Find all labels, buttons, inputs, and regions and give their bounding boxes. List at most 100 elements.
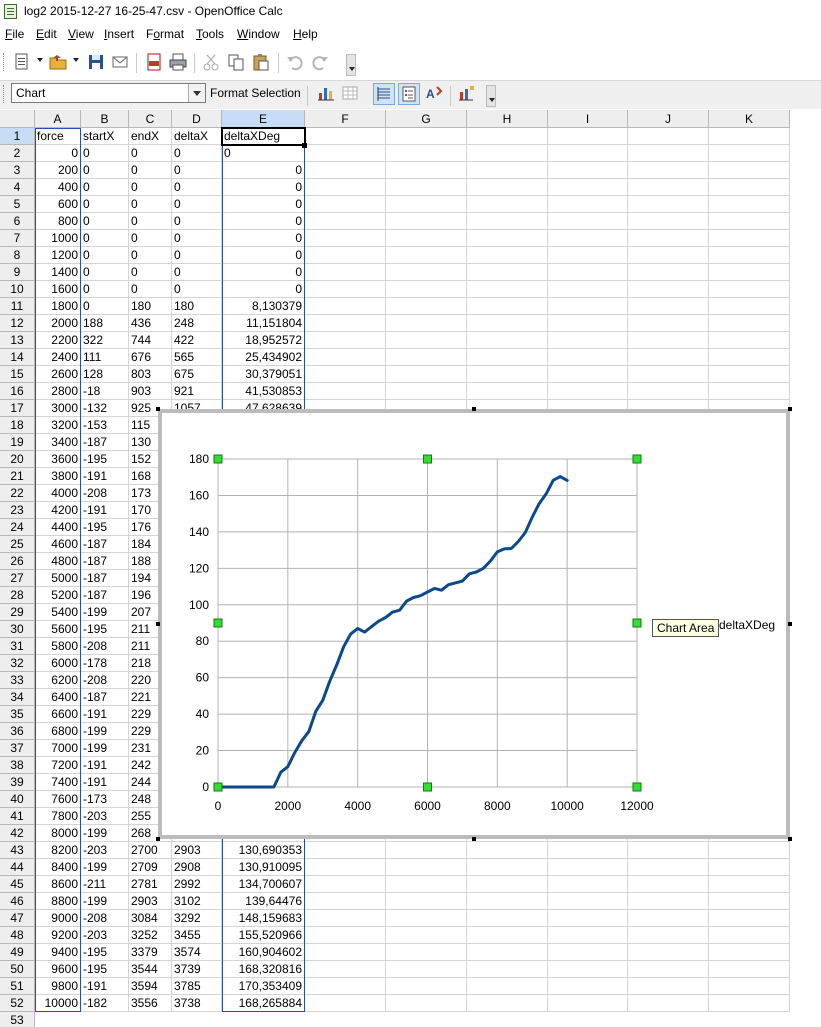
row-header[interactable]: 42: [0, 825, 35, 842]
empty-cell[interactable]: [709, 179, 790, 196]
empty-cell[interactable]: [467, 332, 548, 349]
empty-cell[interactable]: [386, 961, 467, 978]
copy-icon[interactable]: [226, 52, 246, 72]
empty-cell[interactable]: [628, 910, 709, 927]
row-header[interactable]: 23: [0, 502, 35, 519]
column-header-a[interactable]: A: [35, 110, 81, 128]
empty-cell[interactable]: [709, 247, 790, 264]
empty-cell[interactable]: [548, 893, 628, 910]
empty-cell[interactable]: [386, 944, 467, 961]
table-cell[interactable]: 1400: [35, 264, 81, 281]
row-header[interactable]: 41: [0, 808, 35, 825]
empty-cell[interactable]: [709, 859, 790, 876]
table-cell[interactable]: 9600: [35, 961, 81, 978]
empty-cell[interactable]: [386, 927, 467, 944]
table-cell[interactable]: 3739: [172, 961, 222, 978]
cut-icon[interactable]: [201, 52, 221, 72]
empty-cell[interactable]: [548, 128, 628, 145]
empty-cell[interactable]: [386, 349, 467, 366]
empty-cell[interactable]: [467, 298, 548, 315]
row-header[interactable]: 2: [0, 145, 35, 162]
empty-cell[interactable]: [305, 213, 386, 230]
empty-cell[interactable]: [467, 196, 548, 213]
table-cell[interactable]: -173: [81, 791, 129, 808]
table-cell[interactable]: 322: [81, 332, 129, 349]
table-cell[interactable]: 744: [129, 332, 172, 349]
empty-cell[interactable]: [467, 927, 548, 944]
empty-cell[interactable]: [548, 247, 628, 264]
table-cell[interactable]: 9400: [35, 944, 81, 961]
table-cell[interactable]: -191: [81, 774, 129, 791]
empty-cell[interactable]: [386, 383, 467, 400]
table-cell[interactable]: 0: [222, 179, 305, 196]
empty-cell[interactable]: [628, 893, 709, 910]
empty-cell[interactable]: [548, 281, 628, 298]
empty-cell[interactable]: [628, 145, 709, 162]
table-cell[interactable]: -187: [81, 689, 129, 706]
table-cell[interactable]: -191: [81, 978, 129, 995]
table-cell[interactable]: 400: [35, 179, 81, 196]
table-cell[interactable]: 180: [129, 298, 172, 315]
empty-cell[interactable]: [386, 995, 467, 1012]
empty-cell[interactable]: [467, 162, 548, 179]
selection-handle[interactable]: [788, 837, 792, 841]
row-header[interactable]: 37: [0, 740, 35, 757]
table-cell[interactable]: -187: [81, 587, 129, 604]
row-header[interactable]: 13: [0, 332, 35, 349]
table-cell[interactable]: 6200: [35, 672, 81, 689]
empty-cell[interactable]: [628, 383, 709, 400]
table-cell[interactable]: 800: [35, 213, 81, 230]
paste-icon[interactable]: [251, 52, 271, 72]
empty-cell[interactable]: [628, 927, 709, 944]
empty-cell[interactable]: [386, 332, 467, 349]
export-pdf-icon[interactable]: [144, 52, 164, 72]
table-cell[interactable]: -182: [81, 995, 129, 1012]
empty-cell[interactable]: [709, 910, 790, 927]
empty-cell[interactable]: [386, 876, 467, 893]
table-cell[interactable]: 4200: [35, 502, 81, 519]
selection-handle[interactable]: [788, 407, 792, 411]
table-cell[interactable]: 3102: [172, 893, 222, 910]
selection-handle[interactable]: [156, 407, 160, 411]
empty-cell[interactable]: [548, 213, 628, 230]
row-header[interactable]: 49: [0, 944, 35, 961]
table-cell[interactable]: -191: [81, 706, 129, 723]
empty-cell[interactable]: [548, 145, 628, 162]
table-cell[interactable]: -203: [81, 808, 129, 825]
table-cell[interactable]: 2800: [35, 383, 81, 400]
table-cell[interactable]: 0: [222, 213, 305, 230]
empty-cell[interactable]: [548, 910, 628, 927]
table-cell[interactable]: 600: [35, 196, 81, 213]
table-cell[interactable]: 675: [172, 366, 222, 383]
table-cell[interactable]: 3785: [172, 978, 222, 995]
empty-cell[interactable]: [467, 876, 548, 893]
column-header-f[interactable]: F: [305, 110, 386, 128]
column-header-i[interactable]: I: [548, 110, 628, 128]
table-cell[interactable]: -208: [81, 485, 129, 502]
header-cell[interactable]: force: [35, 128, 81, 145]
scale-text-icon[interactable]: A: [424, 83, 446, 105]
table-cell[interactable]: -178: [81, 655, 129, 672]
table-cell[interactable]: 5400: [35, 604, 81, 621]
empty-cell[interactable]: [386, 298, 467, 315]
empty-cell[interactable]: [467, 349, 548, 366]
table-cell[interactable]: 0: [172, 281, 222, 298]
table-cell[interactable]: 0: [129, 281, 172, 298]
menu-help[interactable]: Help: [293, 27, 318, 41]
table-cell[interactable]: 18,952572: [222, 332, 305, 349]
empty-cell[interactable]: [305, 383, 386, 400]
empty-cell[interactable]: [548, 264, 628, 281]
table-cell[interactable]: 5600: [35, 621, 81, 638]
row-header[interactable]: 34: [0, 689, 35, 706]
row-header[interactable]: 31: [0, 638, 35, 655]
table-cell[interactable]: -211: [81, 876, 129, 893]
row-header[interactable]: 36: [0, 723, 35, 740]
table-cell[interactable]: 803: [129, 366, 172, 383]
table-cell[interactable]: 155,520966: [222, 927, 305, 944]
empty-cell[interactable]: [628, 961, 709, 978]
table-cell[interactable]: 5000: [35, 570, 81, 587]
empty-cell[interactable]: [548, 366, 628, 383]
empty-cell[interactable]: [628, 281, 709, 298]
table-cell[interactable]: 3084: [129, 910, 172, 927]
empty-cell[interactable]: [548, 179, 628, 196]
